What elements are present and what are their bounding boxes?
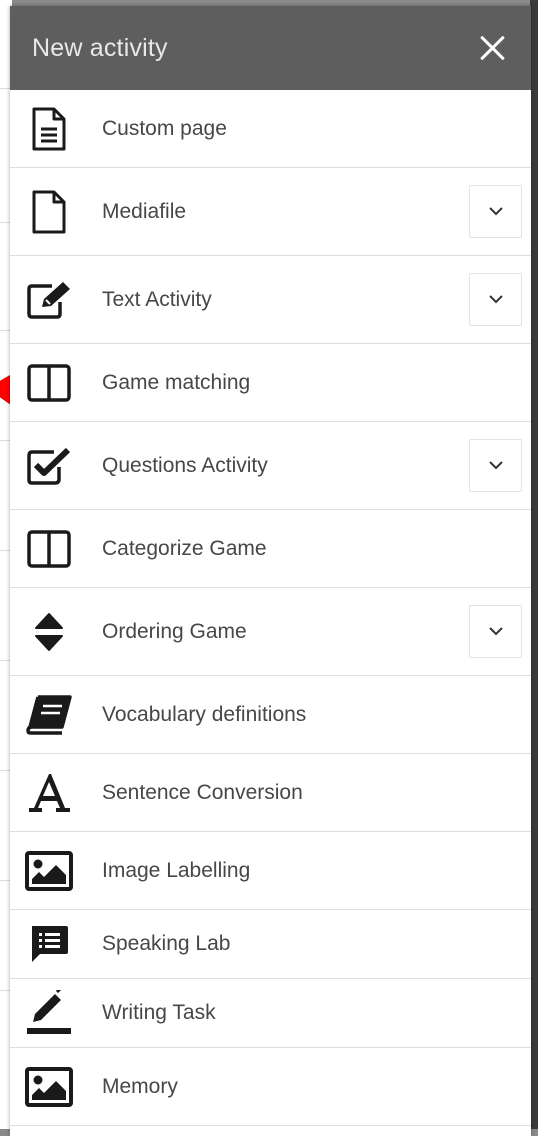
panel-title: New activity <box>32 33 168 62</box>
columns-icon <box>24 358 74 408</box>
activity-label: Sentence Conversion <box>102 780 303 804</box>
activity-item-ordering-game[interactable]: Ordering Game <box>10 588 531 676</box>
activity-item-sentence-conversion[interactable]: Sentence Conversion <box>10 754 531 832</box>
activity-label: Ordering Game <box>102 619 247 643</box>
activity-item-custom-page[interactable]: Custom page <box>10 90 531 168</box>
book-icon <box>24 690 74 740</box>
document-text-icon <box>24 104 74 154</box>
activity-label: Custom page <box>102 116 227 140</box>
activity-label: Speaking Lab <box>102 932 231 955</box>
activity-label: Mediafile <box>102 199 187 223</box>
activity-label: Vocabulary definitions <box>102 702 307 726</box>
activity-item-memory[interactable]: Memory <box>10 1048 531 1126</box>
image-icon <box>24 846 74 896</box>
expand-button[interactable] <box>469 439 522 492</box>
expand-button[interactable] <box>469 273 522 326</box>
checkbox-icon <box>24 441 74 491</box>
font-a-icon <box>24 768 74 818</box>
speech-bubble-list-icon <box>24 919 74 969</box>
activity-item-questions-activity[interactable]: Questions Activity <box>10 422 531 510</box>
activity-label: Memory <box>102 1074 178 1098</box>
activity-item-vocabulary-definitions[interactable]: Vocabulary definitions <box>10 676 531 754</box>
chevron-down-icon <box>488 295 503 304</box>
activity-item-mediafile[interactable]: Mediafile <box>10 168 531 256</box>
activity-item-speaking-lab[interactable]: Speaking Lab <box>10 910 531 979</box>
edit-icon <box>24 275 74 325</box>
panel-header: New activity <box>10 6 531 90</box>
sort-icon <box>24 607 74 657</box>
chevron-down-icon <box>488 627 503 636</box>
columns-icon <box>24 524 74 574</box>
file-icon <box>24 187 74 237</box>
activity-item-text-activity[interactable]: Text Activity <box>10 256 531 344</box>
background-dark-strip <box>530 0 538 1129</box>
chevron-down-icon <box>488 461 503 470</box>
activity-label: Questions Activity <box>102 453 268 477</box>
activity-label: Writing Task <box>102 1001 216 1024</box>
activity-label: Text Activity <box>102 287 212 311</box>
activity-label: Categorize Game <box>102 536 267 560</box>
close-button[interactable] <box>475 31 509 65</box>
activity-item-image-labelling[interactable]: Image Labelling <box>10 832 531 910</box>
activity-item-categorize-game[interactable]: Categorize Game <box>10 510 531 588</box>
new-activity-panel: New activity Custom page Mediafile Text … <box>10 6 531 1136</box>
activity-item-game-matching[interactable]: Game matching <box>10 344 531 422</box>
expand-button[interactable] <box>469 185 522 238</box>
activity-label: Game matching <box>102 370 251 394</box>
activity-item-writing-task[interactable]: Writing Task <box>10 979 531 1048</box>
image-icon <box>24 1062 74 1112</box>
expand-button[interactable] <box>469 605 522 658</box>
pen-icon <box>24 988 74 1038</box>
activity-label: Image Labelling <box>102 858 251 882</box>
chevron-down-icon <box>488 207 503 216</box>
